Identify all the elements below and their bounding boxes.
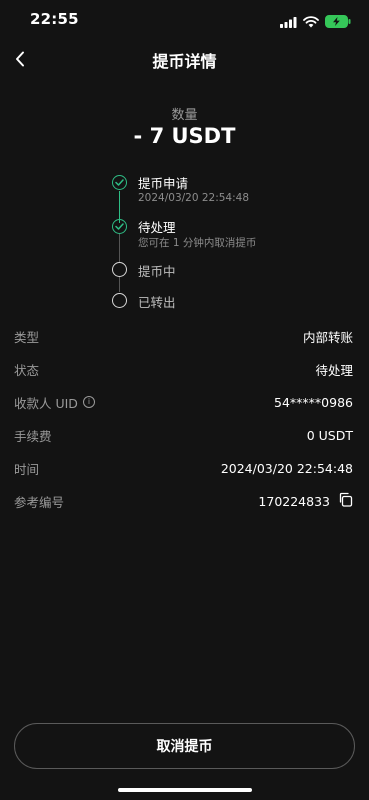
cancel-withdraw-button[interactable]: 取消提币 — [14, 723, 355, 769]
timeline-step-subtitle: 2024/03/20 22:54:48 — [138, 192, 250, 204]
battery-charging-icon — [325, 13, 351, 32]
check-circle-icon — [112, 175, 127, 190]
detail-row-type: 类型 内部转账 — [14, 326, 353, 346]
detail-value: 170224833 — [258, 493, 330, 509]
amount-label: 数量 — [171, 108, 198, 123]
detail-label: 参考编号 — [14, 494, 65, 510]
detail-value: 2024/03/20 22:54:48 — [220, 460, 353, 476]
detail-value: 54*****0986 — [274, 394, 353, 410]
cellular-signal-icon — [280, 13, 297, 32]
detail-row-status: 状态 待处理 — [14, 359, 353, 379]
detail-label: 状态 — [14, 362, 40, 378]
detail-value: 内部转账 — [302, 329, 353, 345]
detail-value-wrap: 170224833 — [258, 492, 353, 510]
timeline-step-subtitle: 您可在 1 分钟内取消提币 — [138, 237, 257, 249]
wifi-icon — [303, 13, 319, 32]
detail-value: 待处理 — [315, 362, 353, 378]
home-indicator — [118, 788, 252, 792]
withdraw-progress-timeline: 提币申请 2024/03/20 22:54:48 待处理 您可在 1 分钟内取消… — [110, 172, 350, 312]
amount-value: - 7 USDT — [133, 124, 236, 148]
nav-bar: 提币详情 — [0, 40, 369, 78]
check-circle-icon — [112, 219, 127, 234]
detail-label: 手续费 — [14, 428, 52, 444]
detail-label-wrap: 收款人 UID i — [14, 393, 95, 412]
timeline-step-title: 待处理 — [138, 220, 176, 235]
info-icon[interactable]: i — [82, 396, 95, 408]
empty-circle-icon — [112, 262, 127, 277]
detail-row-time: 时间 2024/03/20 22:54:48 — [14, 458, 353, 478]
detail-row-reference-id: 参考编号 170224833 — [14, 491, 353, 511]
detail-row-recipient-uid: 收款人 UID i 54*****0986 — [14, 392, 353, 412]
page-title: 提币详情 — [152, 52, 217, 71]
withdraw-detail-screen: 22:55 提币详情 数量 - 7 USDT 提币申请 2024/03/20 2… — [0, 0, 369, 800]
timeline-connector — [119, 276, 120, 292]
empty-circle-icon — [112, 293, 127, 308]
copy-icon[interactable] — [338, 492, 353, 510]
status-time: 22:55 — [30, 10, 79, 28]
detail-value: 0 USDT — [306, 427, 353, 443]
detail-row-fee: 手续费 0 USDT — [14, 425, 353, 445]
detail-label: 类型 — [14, 329, 40, 345]
status-icons — [280, 13, 351, 32]
detail-label: 时间 — [14, 461, 40, 477]
timeline-step-title: 提币中 — [138, 264, 176, 279]
timeline-connector — [119, 234, 120, 262]
timeline-step-title: 已转出 — [138, 295, 176, 310]
timeline-step-title: 提币申请 — [138, 176, 189, 191]
status-bar: 22:55 — [0, 0, 369, 40]
detail-label: 收款人 UID — [14, 395, 78, 411]
